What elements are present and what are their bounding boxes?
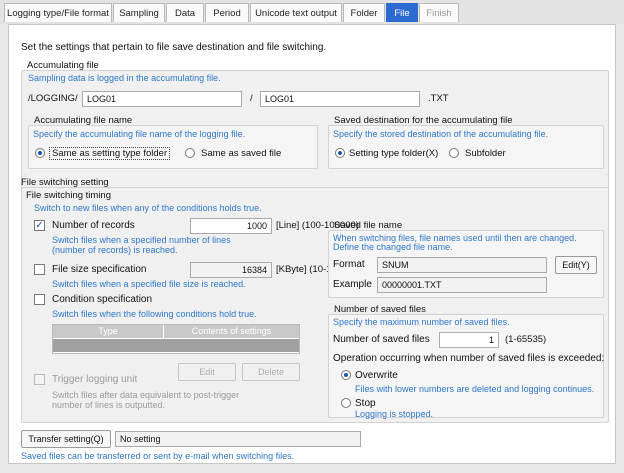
condition-col-type: Type [53, 325, 164, 338]
radio-stop[interactable] [341, 398, 351, 408]
records-hint-2: (number of records) is reached. [52, 245, 178, 255]
path-prefix: /LOGGING/ [28, 93, 78, 104]
opt-subfolder[interactable]: Subfolder [465, 148, 506, 159]
file-ext: .TXT [428, 93, 449, 104]
tab-folder[interactable]: Folder [343, 3, 385, 22]
records-input[interactable]: 1000 [190, 218, 272, 234]
radio-setting-type-folder[interactable] [335, 148, 345, 158]
path-slash: / [250, 93, 253, 104]
tab-logging-type[interactable]: Logging type/File format [4, 3, 112, 22]
transfer-hint: Saved files can be transferred or sent b… [21, 451, 295, 461]
records-hint-1: Switch files when a specified number of … [52, 235, 231, 245]
condition-label: Condition specification [52, 294, 153, 305]
format-field[interactable]: SNUM [377, 257, 547, 273]
filesize-checkbox[interactable] [34, 264, 45, 275]
condition-table: Type Contents of settings [52, 324, 300, 354]
opt-same-as-type-folder[interactable]: Same as setting type folder [49, 147, 171, 160]
dest-group: Specify the stored destination of the ac… [328, 125, 604, 169]
transfer-setting-value: No setting [115, 431, 361, 447]
records-checkbox[interactable]: ✓ [34, 220, 45, 231]
intro-text: Set the settings that pertain to file sa… [21, 42, 327, 53]
radio-subfolder[interactable] [449, 148, 459, 158]
condition-checkbox[interactable] [34, 294, 45, 305]
folder-name-field[interactable]: LOG01 [82, 91, 242, 107]
file-name-field[interactable]: LOG01 [260, 91, 420, 107]
tab-data[interactable]: Data [166, 3, 204, 22]
transfer-setting-button[interactable]: Transfer setting(Q) [21, 430, 111, 448]
stop-hint: Logging is stopped. [355, 409, 434, 419]
overwrite-hint: Files with lower numbers are deleted and… [355, 384, 595, 394]
dest-group-hint: Specify the stored destination of the ac… [333, 129, 549, 139]
saved-count-group: Specify the maximum number of saved file… [328, 314, 605, 419]
trigger-checkbox[interactable] [34, 374, 45, 385]
condition-delete-button[interactable]: Delete [242, 363, 300, 381]
condition-table-row[interactable] [53, 339, 299, 352]
saved-name-hint-2: Define the changed file name. [333, 242, 453, 252]
opt-same-as-saved-file[interactable]: Same as saved file [201, 148, 281, 159]
condition-edit-button[interactable]: Edit [178, 363, 236, 381]
timing-hint: Switch to new files when any of the cond… [34, 203, 262, 213]
saved-count-range: (1-65535) [505, 334, 547, 345]
condition-col-contents: Contents of settings [164, 325, 299, 338]
radio-same-as-type-folder[interactable] [35, 148, 45, 158]
tab-file[interactable]: File [386, 3, 418, 22]
tab-sampling[interactable]: Sampling [113, 3, 165, 22]
filesize-hint: Switch files when a specified file size … [52, 279, 246, 289]
tab-finish[interactable]: Finish [419, 3, 459, 22]
saved-name-group: When switching files, file names used un… [328, 230, 604, 298]
timing-title: File switching timing [26, 190, 111, 201]
trigger-hint-1: Switch files after data equivalent to po… [52, 390, 240, 400]
opt-stop[interactable]: Stop [355, 398, 376, 409]
name-group-hint: Specify the accumulating file name of th… [33, 129, 246, 139]
saved-count-input[interactable]: 1 [439, 332, 499, 348]
trigger-label: Trigger logging unit [52, 374, 138, 385]
trigger-hint-2: number of lines is outputted. [52, 400, 166, 410]
exceed-op-label: Operation occurring when number of saved… [333, 353, 605, 364]
name-group: Specify the accumulating file name of th… [28, 125, 318, 169]
format-edit-button[interactable]: Edit(Y) [555, 256, 597, 274]
example-label: Example [333, 279, 372, 290]
condition-hint: Switch files when the following conditio… [52, 309, 257, 319]
accum-hint: Sampling data is logged in the accumulat… [28, 73, 221, 83]
file-settings-panel: Set the settings that pertain to file sa… [8, 24, 616, 464]
saved-count-hint: Specify the maximum number of saved file… [333, 317, 510, 327]
tab-period[interactable]: Period [205, 3, 249, 22]
switching-group: File switching timing Switch to new file… [21, 187, 609, 423]
saved-count-label: Number of saved files [333, 334, 430, 345]
tab-unicode[interactable]: Unicode text output [250, 3, 342, 22]
radio-overwrite[interactable] [341, 370, 351, 380]
filesize-label: File size specification [52, 264, 147, 275]
opt-setting-type-folder[interactable]: Setting type folder(X) [349, 148, 438, 159]
accum-group: Sampling data is logged in the accumulat… [21, 70, 609, 190]
filesize-input[interactable]: 16384 [190, 262, 272, 278]
tab-bar: Logging type/File format Sampling Data P… [0, 0, 624, 24]
records-label: Number of records [52, 220, 135, 231]
example-field: 00000001.TXT [377, 277, 547, 293]
radio-same-as-saved-file[interactable] [185, 148, 195, 158]
format-label: Format [333, 259, 365, 270]
opt-overwrite[interactable]: Overwrite [355, 370, 398, 381]
